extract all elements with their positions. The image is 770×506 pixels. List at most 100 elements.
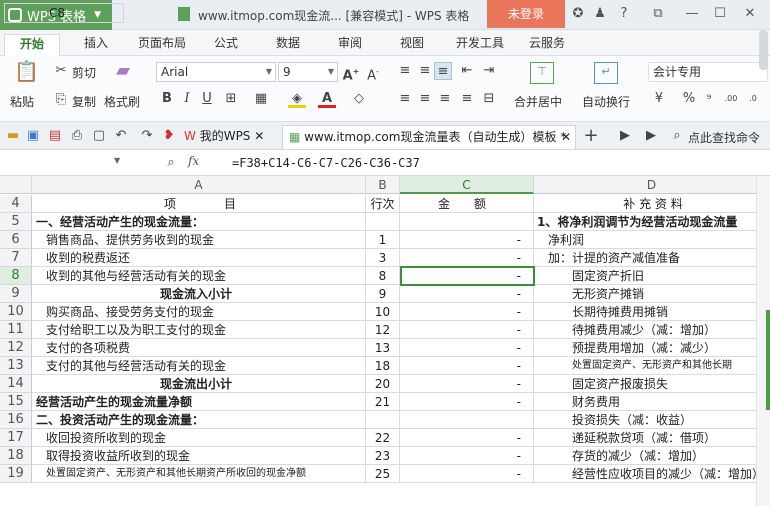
row-header[interactable]: 19 [0, 465, 32, 483]
cell-a-11[interactable]: 支付给职工以及为职工支付的现金 [32, 321, 366, 339]
copy-icon[interactable]: ⎘ [52, 91, 70, 109]
brush-icon[interactable]: ▰ [112, 62, 134, 84]
cell-d-12[interactable]: 预提费用增加（减：减少） [534, 339, 770, 357]
search-icon[interactable]: ⌕ [668, 127, 686, 145]
tab-insert[interactable]: 插入 [72, 34, 120, 56]
cell-b-11[interactable]: 12 [366, 321, 400, 339]
number-format-select[interactable]: 会计专用 [648, 62, 768, 82]
tab-formulas[interactable]: 公式 [204, 34, 248, 56]
cell-a-18[interactable]: 取得投资收益所收到的现金 [32, 447, 366, 465]
distribute-icon[interactable]: ⊟ [480, 90, 498, 108]
cell-a-10[interactable]: 购买商品、接受劳务支付的现金 [32, 303, 366, 321]
cell-d-19[interactable]: 经营性应收项目的减少（减：增加） [534, 465, 770, 483]
redo-icon[interactable]: ↷ [138, 127, 156, 145]
cell-b-8[interactable]: 8 [366, 267, 400, 285]
cell-a-16[interactable]: 二、投资活动产生的现金流量： [32, 411, 366, 429]
undo-icon[interactable]: ↶ [112, 127, 130, 145]
merge-center-button[interactable]: 合并居中 [514, 93, 562, 110]
cell-d-17[interactable]: 递延税款贷项（减：借项） [534, 429, 770, 447]
justify-icon[interactable]: ≡ [458, 90, 476, 108]
wrap-text-icon[interactable]: ↵ [594, 62, 618, 84]
cell-b-5[interactable] [366, 213, 400, 231]
shirt-icon[interactable]: ♟ [592, 6, 608, 22]
pdf-icon[interactable]: ▤ [46, 127, 64, 145]
column-header-d[interactable]: D [534, 176, 770, 194]
help-icon[interactable]: ? [616, 6, 632, 22]
indent-increase-icon[interactable]: ⇥ [480, 62, 498, 80]
row-header[interactable]: 5 [0, 213, 32, 231]
tab-view[interactable]: 视图 [390, 34, 434, 56]
cell-d-6[interactable]: 净利润 [534, 231, 770, 249]
paste-icon[interactable]: 📋 [14, 61, 39, 86]
wrap-text-button[interactable]: 自动换行 [582, 93, 630, 110]
cell-b-9[interactable]: 9 [366, 285, 400, 303]
cell-d-8[interactable]: 固定资产折旧 [534, 267, 770, 285]
cell-b-19[interactable]: 25 [366, 465, 400, 483]
cell-b-7[interactable]: 3 [366, 249, 400, 267]
cell-b-17[interactable]: 22 [366, 429, 400, 447]
minimize-icon[interactable]: — [684, 6, 700, 22]
cell-a-8[interactable]: 收到的其他与经营活动有关的现金 [32, 267, 366, 285]
align-bottom-icon[interactable]: ≡ [434, 62, 452, 80]
row-header[interactable]: 7 [0, 249, 32, 267]
fill-pattern-icon[interactable]: ▦ [252, 90, 270, 108]
increase-decimal-icon[interactable]: .00 [722, 90, 740, 108]
open-folder-icon[interactable]: ▬ [4, 127, 22, 145]
search-command-button[interactable]: 点此查找命令 [688, 129, 760, 146]
cell-b-6[interactable]: 1 [366, 231, 400, 249]
corner-select-all[interactable] [0, 176, 32, 194]
comma-icon[interactable]: ⁹ [700, 90, 718, 108]
close-icon[interactable]: ✕ [561, 126, 571, 148]
cell-a-19[interactable]: 处置固定资产、无形资产和其他长期资产所收回的现金净额 [32, 465, 366, 483]
cell-c-19[interactable]: - [400, 465, 534, 483]
cell-a-7[interactable]: 收到的税费返还 [32, 249, 366, 267]
tab-my-wps[interactable]: W 我的WPS ✕ [184, 125, 264, 149]
border-icon[interactable]: ⊞ [222, 90, 240, 108]
tab-data[interactable]: 数据 [266, 34, 310, 56]
cell-b-16[interactable] [366, 411, 400, 429]
cell-c-17[interactable]: - [400, 429, 534, 447]
tab-review[interactable]: 审阅 [328, 34, 372, 56]
row-header[interactable]: 9 [0, 285, 32, 303]
decrease-decimal-icon[interactable]: .0 [744, 90, 762, 108]
column-header-a[interactable]: A [32, 176, 366, 194]
tab-page-layout[interactable]: 页面布局 [132, 34, 192, 56]
cell-c-5[interactable] [400, 213, 534, 231]
grow-font-icon[interactable]: A+ [342, 63, 360, 83]
formula-input[interactable]: =F38+C14-C6-C7-C26-C36-C37 [232, 156, 420, 170]
align-top-icon[interactable]: ≡ [396, 62, 414, 80]
row-header[interactable]: 15 [0, 393, 32, 411]
cell-c-7[interactable]: - [400, 249, 534, 267]
cell-b-18[interactable]: 23 [366, 447, 400, 465]
column-header-c[interactable]: C [400, 176, 534, 194]
tab-developer[interactable]: 开发工具 [450, 34, 510, 56]
name-box[interactable]: C8 [4, 3, 124, 23]
fx-icon[interactable]: fx [188, 154, 199, 168]
cell-c-4[interactable]: 金 额 [400, 195, 534, 213]
cell-b-13[interactable]: 18 [366, 357, 400, 375]
skin-icon[interactable]: ✪ [570, 6, 586, 22]
row-header[interactable]: 6 [0, 231, 32, 249]
print-icon[interactable]: ⎙ [68, 127, 86, 145]
indent-decrease-icon[interactable]: ⇤ [458, 62, 476, 80]
fill-color-icon[interactable]: ◈ [288, 90, 306, 108]
login-button[interactable]: 未登录 [487, 0, 565, 28]
font-color-icon[interactable]: A [318, 90, 336, 108]
more-icon[interactable]: ❥ [160, 127, 178, 145]
cell-b-10[interactable]: 10 [366, 303, 400, 321]
cell-c-9[interactable]: - [400, 285, 534, 303]
tab-cloud[interactable]: 云服务 [522, 34, 572, 56]
restore-icon[interactable]: ⧉ [650, 6, 666, 22]
cell-d-13[interactable]: 处置固定资产、无形资产和其他长期 [534, 357, 770, 375]
cell-b-15[interactable]: 21 [366, 393, 400, 411]
scissors-icon[interactable]: ✂ [52, 62, 70, 80]
cell-d-14[interactable]: 固定资产报废损失 [534, 375, 770, 393]
maximize-icon[interactable]: ☐ [712, 6, 728, 22]
cell-c-12[interactable]: - [400, 339, 534, 357]
cell-a-12[interactable]: 支付的各项税费 [32, 339, 366, 357]
cell-c-11[interactable]: - [400, 321, 534, 339]
paste-button[interactable]: 粘贴 [10, 93, 34, 110]
close-icon[interactable]: ✕ [742, 6, 758, 22]
doc-nav-icon[interactable]: ▶ [642, 127, 660, 145]
cell-b-14[interactable]: 20 [366, 375, 400, 393]
